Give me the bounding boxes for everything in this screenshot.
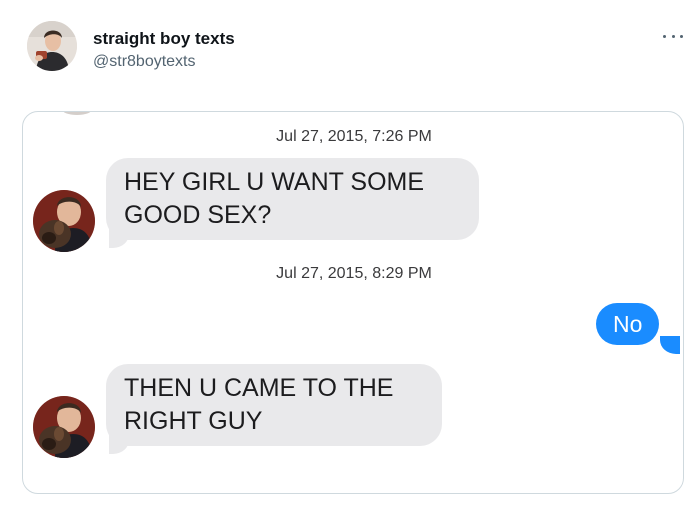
tweet-image[interactable]: Jul 27, 2015, 7:26 PM HEY GIRL U WANT SO… bbox=[22, 111, 684, 494]
contact-avatar bbox=[33, 190, 95, 252]
message-timestamp: Jul 27, 2015, 7:26 PM bbox=[276, 128, 432, 145]
more-options-button[interactable] bbox=[660, 26, 686, 46]
message-text-line: GOOD SEX? bbox=[124, 201, 272, 229]
user-handle[interactable]: @str8boytexts bbox=[93, 53, 196, 71]
contact-photo-icon bbox=[33, 396, 95, 458]
cropped-avatar-edge bbox=[63, 112, 91, 115]
ellipsis-icon bbox=[663, 34, 666, 38]
message-text-line: THEN U CAME TO THE bbox=[124, 374, 394, 402]
contact-avatar bbox=[33, 396, 95, 458]
contact-photo-icon bbox=[33, 190, 95, 252]
outgoing-message: No bbox=[596, 303, 660, 345]
incoming-message: HEY GIRL U WANT SOME GOOD SEX? bbox=[106, 158, 479, 240]
message-text-line: RIGHT GUY bbox=[124, 407, 263, 435]
tweet-header: straight boy texts @str8boytexts bbox=[0, 0, 700, 100]
avatar[interactable] bbox=[27, 21, 77, 71]
bubble-tail bbox=[660, 336, 680, 354]
message-timestamp: Jul 27, 2015, 8:29 PM bbox=[276, 265, 432, 282]
incoming-message: THEN U CAME TO THE RIGHT GUY bbox=[106, 364, 442, 446]
message-text-line: HEY GIRL U WANT SOME bbox=[124, 168, 425, 196]
profile-photo-icon bbox=[27, 21, 77, 71]
display-name[interactable]: straight boy texts bbox=[93, 29, 235, 49]
